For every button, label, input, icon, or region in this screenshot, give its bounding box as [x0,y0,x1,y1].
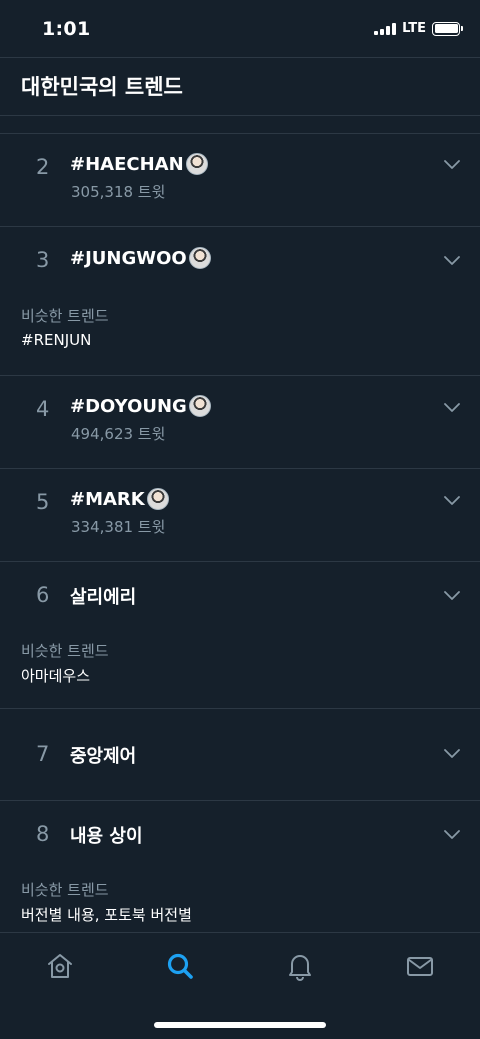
tweet-count: 334,381 트윗 [71,518,166,536]
tweet-count: 305,318 트윗 [71,183,166,201]
trend-rank: 2 [36,155,50,179]
trend-title: #MARK [70,488,169,510]
status-bar: 1:01 LTE [0,0,480,57]
trend-rank: 5 [36,490,50,514]
trend-rank: 3 [36,248,50,272]
page-header: 대한민국의 트렌드 [0,57,480,115]
chevron-down-icon[interactable] [444,749,460,759]
emoji-avatar-icon [188,395,211,417]
search-icon[interactable] [164,950,196,982]
trend-name: 살리에리 [70,587,137,608]
battery-icon [432,21,463,36]
clock: 1:01 [42,17,91,40]
similar-trends-label: 비슷한 트렌드 [21,642,109,660]
trend-item[interactable]: 4 #DOYOUNG 494,623 트윗 [0,376,480,469]
similar-trend-link[interactable]: 아마데우스 [21,665,90,686]
trend-title: 중앙제어 [70,742,136,768]
trend-title: 내용 상이 [70,822,143,848]
chevron-down-icon[interactable] [444,830,460,840]
trend-name: #JUNGWOO [70,247,187,269]
trend-list: 2 #HAECHAN 305,318 트윗 3 #JUNGWOO 비슷한 트렌드… [0,134,480,935]
trend-name: #MARK [70,488,145,510]
trend-rank: 8 [36,822,50,846]
trend-item[interactable]: 8 내용 상이 비슷한 트렌드 버전별 내용, 포토북 버전별 [0,801,480,935]
trend-name: #DOYOUNG [70,395,187,417]
trend-title: #HAECHAN [70,153,208,175]
divider [0,115,480,116]
status-indicators: LTE [374,21,463,36]
trend-title: 살리에리 [70,583,136,609]
trend-rank: 6 [36,583,50,607]
trend-title: #DOYOUNG [70,395,211,417]
trend-item[interactable]: 7 중앙제어 [0,709,480,801]
trend-name: 내용 상이 [70,826,143,847]
similar-trend-link[interactable]: 버전별 내용, 포토북 버전별 [21,904,192,925]
tweet-count: 494,623 트윗 [71,425,166,443]
similar-trends-label: 비슷한 트렌드 [21,307,109,325]
chevron-down-icon[interactable] [444,403,460,413]
home-icon[interactable] [44,950,76,982]
chevron-down-icon[interactable] [444,591,460,601]
chevron-down-icon[interactable] [444,256,460,266]
trend-item[interactable]: 2 #HAECHAN 305,318 트윗 [0,134,480,227]
chevron-down-icon[interactable] [444,496,460,506]
signal-icon [374,22,397,35]
mail-icon[interactable] [404,950,436,982]
trend-item[interactable]: 6 살리에리 비슷한 트렌드 아마데우스 [0,562,480,709]
bell-icon[interactable] [284,950,316,982]
trend-rank: 7 [36,742,50,766]
emoji-avatar-icon [185,153,208,175]
emoji-avatar-icon [188,247,211,269]
home-indicator[interactable] [154,1022,326,1028]
trend-rank: 4 [36,397,50,421]
trend-item[interactable]: 3 #JUNGWOO 비슷한 트렌드 #RENJUN [0,227,480,376]
chevron-down-icon[interactable] [444,160,460,170]
trend-item[interactable]: 5 #MARK 334,381 트윗 [0,469,480,562]
trend-name: 중앙제어 [70,746,137,767]
similar-trend-link[interactable]: #RENJUN [21,331,91,349]
page-title: 대한민국의 트렌드 [21,75,183,99]
trend-name: #HAECHAN [70,153,184,175]
trend-title: #JUNGWOO [70,247,211,269]
emoji-avatar-icon [146,488,169,510]
network-type: LTE [402,21,426,36]
similar-trends-label: 비슷한 트렌드 [21,881,109,899]
